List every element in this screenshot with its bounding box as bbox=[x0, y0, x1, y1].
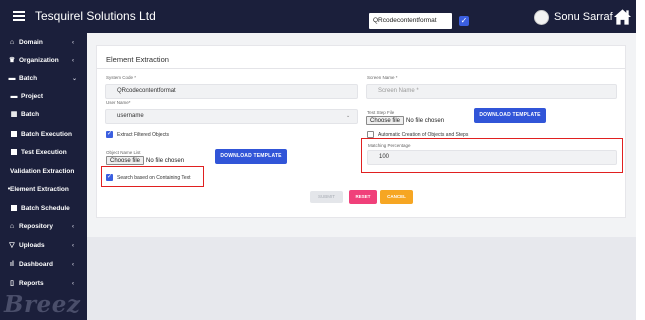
sidebar-item-dashboard[interactable]: ıl Dashboard ‹ bbox=[0, 257, 87, 273]
choose-file-button[interactable]: Choose file bbox=[106, 156, 145, 165]
sidebar-item-uploads[interactable]: ▽ Uploads ‹ bbox=[0, 238, 87, 254]
sidebar-item-test-execution[interactable]: Test Execution bbox=[0, 145, 87, 161]
page-title: Element Extraction bbox=[106, 55, 169, 64]
user-name-select[interactable]: username bbox=[105, 109, 358, 124]
reset-button[interactable]: RESET bbox=[349, 190, 377, 204]
sidebar-item-label: Element Extraction bbox=[10, 186, 69, 193]
system-code-label: System Code * bbox=[106, 75, 137, 80]
sidebar-item-label: Batch bbox=[21, 111, 40, 118]
sidebar-item-label: Domain bbox=[19, 39, 43, 46]
app-root: Tesquirel Solutions Ltd QRcodecontentfor… bbox=[0, 0, 645, 320]
top-navbar: Tesquirel Solutions Ltd QRcodecontentfor… bbox=[0, 0, 636, 33]
content-footer-area bbox=[87, 237, 636, 320]
user-name-label: User Name* bbox=[106, 100, 131, 105]
square-icon bbox=[10, 205, 18, 213]
sidebar-item-label: Validation Extraction bbox=[10, 168, 75, 175]
folder-icon: ▬ bbox=[10, 93, 18, 100]
sidebar-item-label: Batch Schedule bbox=[21, 205, 70, 212]
screen-name-input[interactable]: Screen Name * bbox=[366, 84, 617, 99]
choose-file-button[interactable]: Choose file bbox=[366, 116, 405, 125]
sidebar-item-label: Project bbox=[21, 93, 44, 100]
no-file-text: No file chosen bbox=[406, 118, 445, 124]
avatar[interactable] bbox=[534, 10, 549, 25]
download-template-button[interactable]: DOWNLOAD TEMPLATE bbox=[215, 149, 287, 164]
chevron-left-icon: ‹ bbox=[72, 58, 74, 64]
chevron-left-icon: ‹ bbox=[72, 262, 74, 268]
sidebar-item-validation-extraction[interactable]: Validation Extraction bbox=[0, 164, 87, 180]
sidebar-item-batch-schedule[interactable]: Batch Schedule bbox=[0, 201, 87, 217]
bank-icon: ⌂ bbox=[9, 223, 15, 230]
app-title: Tesquirel Solutions Ltd bbox=[35, 9, 156, 23]
sidebar-item-label: Organization bbox=[19, 57, 59, 64]
bar-chart-icon: ıl bbox=[10, 261, 14, 268]
chevron-left-icon: ‹ bbox=[72, 281, 74, 287]
grid-icon: ▦ bbox=[10, 111, 18, 118]
card-divider bbox=[97, 68, 625, 69]
screen-name-label: Screen Name * bbox=[367, 75, 398, 80]
format-select[interactable]: QRcodecontentformat bbox=[369, 13, 452, 29]
breez-logo: Breez bbox=[4, 291, 81, 318]
extract-filtered-label: Extract Filtered Objects bbox=[117, 132, 169, 138]
sidebar-item-batch-execution[interactable]: Batch Execution bbox=[0, 127, 87, 143]
submit-button[interactable]: SUBMIT bbox=[310, 191, 343, 203]
sidebar-item-label: Batch Execution bbox=[21, 131, 72, 138]
sidebar-item-batch-group[interactable]: ▬ Batch ⌄ bbox=[0, 71, 87, 87]
chevron-left-icon: ‹ bbox=[72, 243, 74, 249]
sidebar-item-organization[interactable]: ♛ Organization ‹ bbox=[0, 53, 87, 69]
sidebar-item-label: Uploads bbox=[19, 242, 45, 249]
highlight-box-search-containing bbox=[101, 166, 204, 187]
sidebar-item-element-extraction[interactable]: • Element Extraction bbox=[0, 182, 87, 198]
chevron-left-icon: ‹ bbox=[72, 224, 74, 230]
trophy-icon: ♛ bbox=[8, 57, 16, 64]
sidebar-item-domain[interactable]: ⌂ Domain ‹ bbox=[0, 35, 87, 51]
hamburger-icon[interactable] bbox=[13, 11, 25, 21]
object-name-list-label: Object Name List bbox=[106, 150, 141, 155]
highlight-box-matching-percentage bbox=[361, 138, 623, 173]
sidebar-item-label: Reports bbox=[19, 280, 44, 287]
folder-icon: ▬ bbox=[8, 75, 16, 82]
sidebar-item-label: Batch bbox=[19, 75, 38, 82]
format-checkbox[interactable]: ✓ bbox=[459, 16, 469, 26]
download-template-button[interactable]: DOWNLOAD TEMPLATE bbox=[474, 108, 546, 123]
cancel-button[interactable]: CANCEL bbox=[380, 190, 413, 204]
bank-icon: ⌂ bbox=[9, 39, 15, 46]
test-step-file-picker[interactable]: Choose file No file chosen bbox=[366, 116, 444, 125]
chevron-down-icon: ⌄ bbox=[346, 113, 351, 119]
home-icon[interactable] bbox=[613, 8, 632, 26]
chevron-down-icon: ⌄ bbox=[72, 76, 78, 82]
sidebar-item-reports[interactable]: ▯ Reports ‹ bbox=[0, 276, 87, 292]
sidebar-item-repository[interactable]: ⌂ Repository ‹ bbox=[0, 219, 87, 235]
sidebar-item-label: Test Execution bbox=[21, 149, 67, 156]
sidebar: ⌂ Domain ‹ ♛ Organization ‹ ▬ Batch ⌄ ▬ … bbox=[0, 33, 87, 320]
auto-creation-checkbox[interactable] bbox=[367, 131, 374, 138]
system-code-input[interactable]: QRcodecontentformat bbox=[105, 84, 358, 99]
user-name[interactable]: Sonu Sarraf bbox=[554, 11, 613, 23]
sidebar-item-batch[interactable]: ▦ Batch bbox=[0, 107, 87, 123]
object-name-list-file-picker[interactable]: Choose file No file chosen bbox=[106, 156, 184, 165]
filter-icon: ▽ bbox=[9, 242, 15, 249]
no-file-text: No file chosen bbox=[146, 158, 185, 164]
sidebar-item-project[interactable]: ▬ Project bbox=[0, 89, 87, 105]
extract-filtered-checkbox[interactable]: ✓ bbox=[106, 131, 113, 138]
sidebar-item-label: Dashboard bbox=[19, 261, 53, 268]
sidebar-item-label: Repository bbox=[19, 223, 53, 230]
square-icon bbox=[10, 131, 18, 139]
square-icon bbox=[10, 149, 18, 157]
document-icon: ▯ bbox=[10, 280, 14, 287]
test-step-file-label: Test Step File bbox=[367, 110, 395, 115]
chevron-left-icon: ‹ bbox=[72, 40, 74, 46]
